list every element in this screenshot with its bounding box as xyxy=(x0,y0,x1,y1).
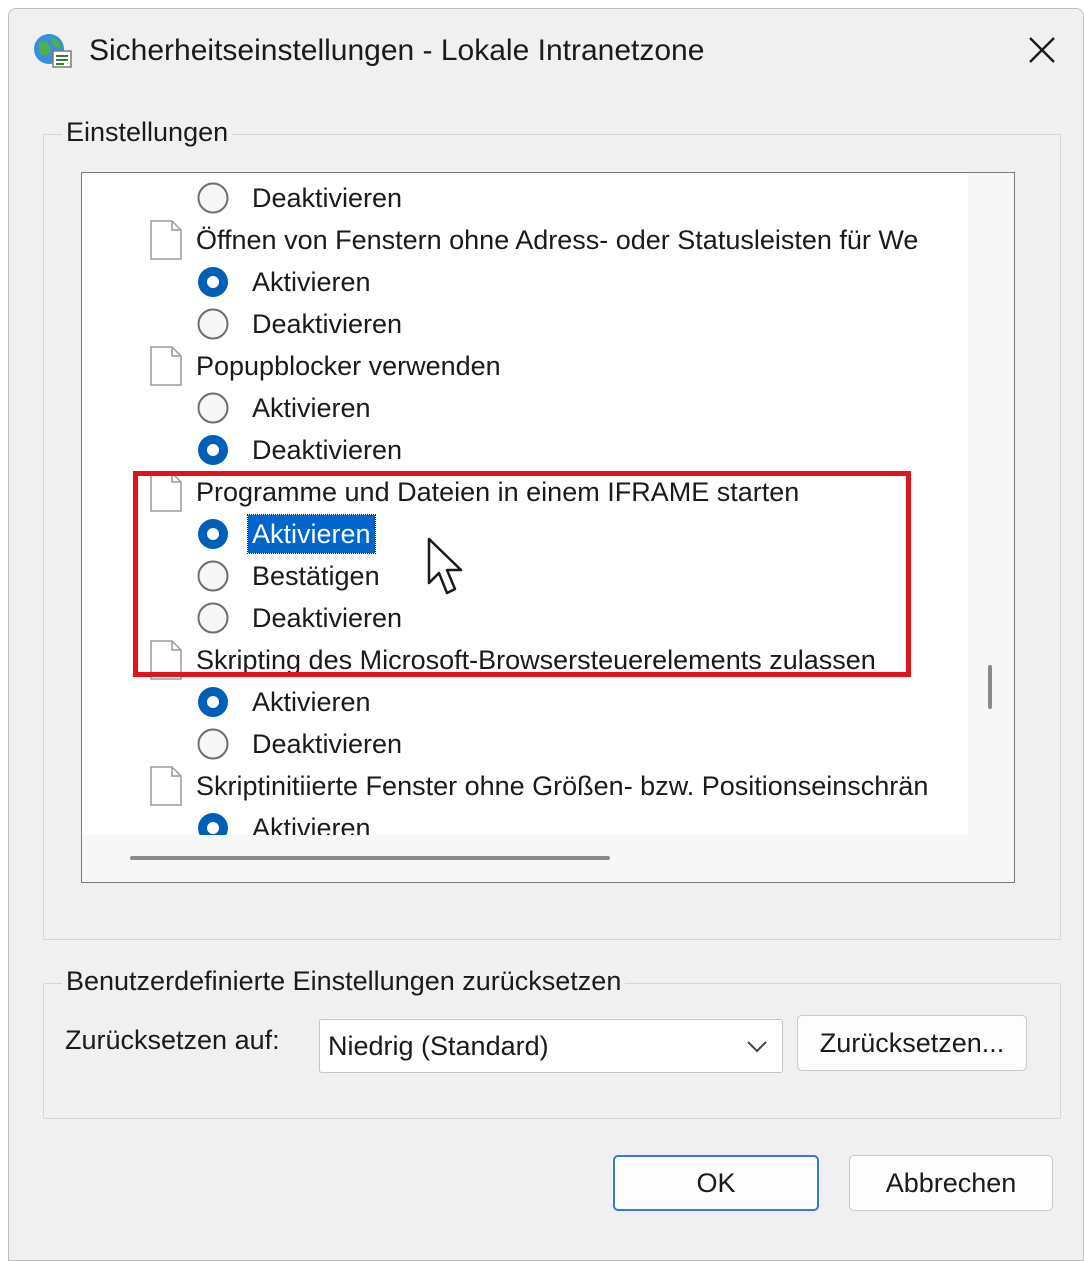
radio-option-checked[interactable]: Deaktivieren xyxy=(196,429,406,471)
setting-label: Popupblocker verwenden xyxy=(196,350,501,381)
radio-option-checked[interactable]: Aktivieren xyxy=(196,261,375,303)
close-button[interactable] xyxy=(1001,9,1083,91)
radio-label: Aktivieren xyxy=(252,687,371,717)
radio-unchecked-icon xyxy=(197,392,229,424)
radio-label: Deaktivieren xyxy=(252,729,403,759)
reset-group-label: Benutzerdefinierte Einstellungen zurücks… xyxy=(62,964,626,998)
horizontal-scrollbar[interactable] xyxy=(82,835,1014,882)
document-icon xyxy=(150,346,182,386)
document-icon xyxy=(150,766,182,806)
radio-checked-icon xyxy=(198,267,228,297)
cancel-button[interactable]: Abbrechen xyxy=(849,1155,1053,1211)
reset-to-label: Zurücksetzen auf: xyxy=(65,1025,280,1055)
radio-checked-icon xyxy=(198,813,228,835)
setting-item: Skriptinitiierte Fenster ohne Größen- bz… xyxy=(148,765,928,807)
radio-option[interactable]: Deaktivieren xyxy=(196,177,406,219)
mouse-cursor-icon xyxy=(427,537,463,595)
radio-option-checked[interactable]: Aktivieren xyxy=(196,807,375,835)
radio-option[interactable]: Deaktivieren xyxy=(196,303,406,345)
ok-button[interactable]: OK xyxy=(613,1155,819,1211)
vertical-scrollbar[interactable] xyxy=(968,173,1014,835)
radio-label: Deaktivieren xyxy=(252,183,403,213)
reset-button[interactable]: Zurücksetzen... xyxy=(797,1015,1027,1071)
radio-label: Aktivieren xyxy=(252,393,371,423)
dialog-title: Sicherheitseinstellungen - Lokale Intran… xyxy=(89,34,705,67)
radio-option-checked[interactable]: Aktivieren xyxy=(196,681,375,723)
vertical-scroll-thumb[interactable] xyxy=(988,665,992,709)
annotation-highlight-box xyxy=(133,471,911,677)
radio-label: Aktivieren xyxy=(252,267,371,297)
radio-unchecked-icon xyxy=(197,182,229,214)
reset-level-select[interactable]: Niedrig (Standard) xyxy=(319,1019,783,1073)
reset-level-value: Niedrig (Standard) xyxy=(328,1030,549,1061)
radio-unchecked-icon xyxy=(197,728,229,760)
chevron-down-icon xyxy=(747,1041,767,1053)
radio-unchecked-icon xyxy=(197,308,229,340)
radio-label: Deaktivieren xyxy=(252,309,403,339)
setting-label: Skriptinitiierte Fenster ohne Größen- bz… xyxy=(196,770,929,801)
settings-group-label: Einstellungen xyxy=(62,115,233,149)
setting-label: Öffnen von Fenstern ohne Adress- oder St… xyxy=(196,224,919,255)
globe-settings-icon xyxy=(34,34,72,68)
setting-item: Öffnen von Fenstern ohne Adress- oder St… xyxy=(148,219,918,261)
radio-label: Aktivieren xyxy=(252,813,371,835)
document-icon xyxy=(150,220,182,260)
setting-item: Popupblocker verwenden xyxy=(148,345,501,387)
radio-label: Deaktivieren xyxy=(252,435,403,465)
security-settings-dialog: Sicherheitseinstellungen - Lokale Intran… xyxy=(8,8,1084,1261)
radio-checked-icon xyxy=(198,435,228,465)
radio-option[interactable]: Deaktivieren xyxy=(196,723,406,765)
radio-option[interactable]: Aktivieren xyxy=(196,387,375,429)
radio-checked-icon xyxy=(198,687,228,717)
close-icon xyxy=(1029,37,1055,63)
title-bar: Sicherheitseinstellungen - Lokale Intran… xyxy=(9,9,1083,91)
horizontal-scroll-thumb[interactable] xyxy=(130,856,610,860)
